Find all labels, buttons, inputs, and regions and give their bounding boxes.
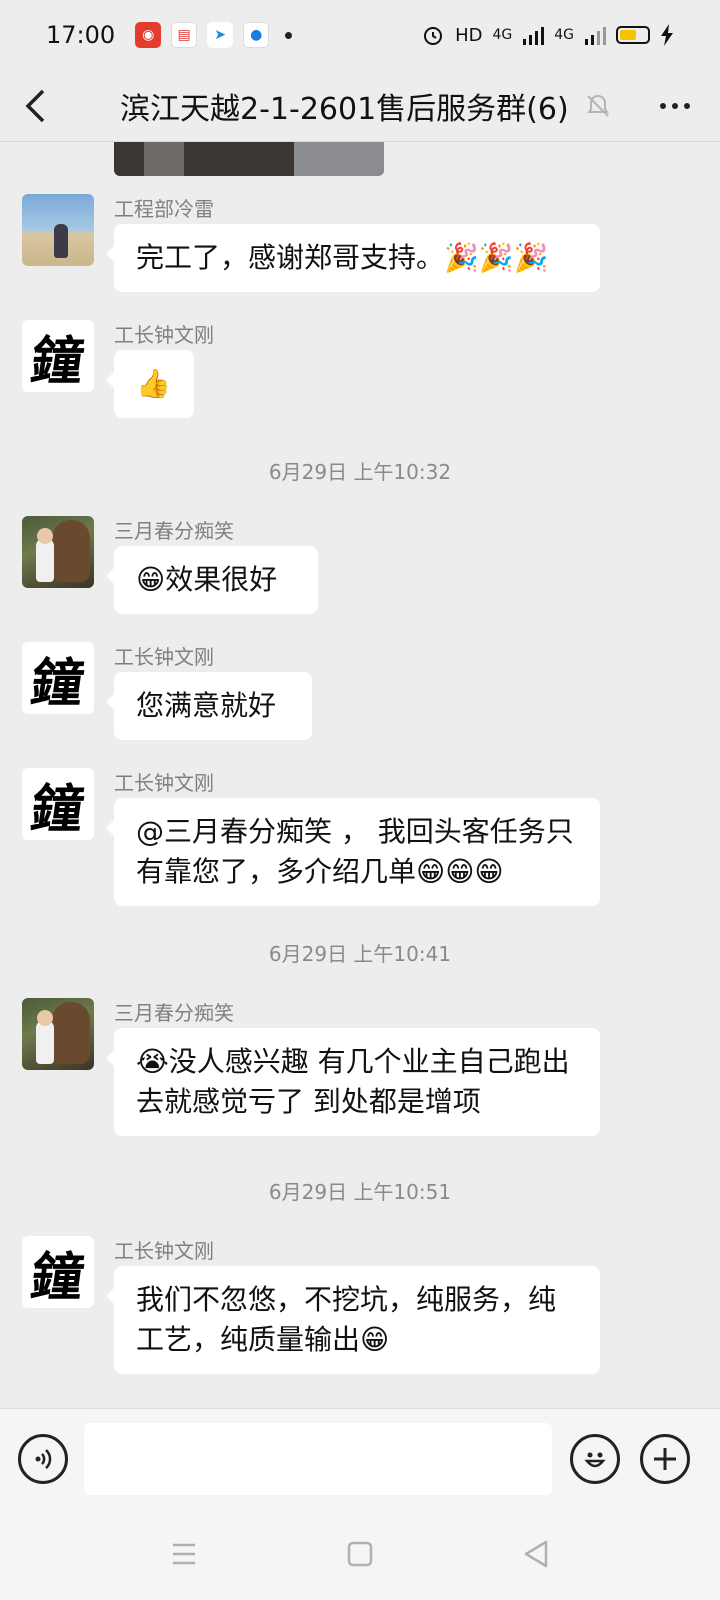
avatar[interactable]	[22, 516, 94, 588]
smiley-icon	[584, 1452, 606, 1467]
message-item: 鐘 工长钟文刚 👍	[22, 320, 214, 418]
avatar[interactable]	[22, 194, 94, 266]
system-navigation-bar	[0, 1508, 720, 1600]
message-item: 三月春分痴笑 😭没人感兴趣 有几个业主自己跑出去就感觉亏了 到处都是增项	[22, 998, 600, 1136]
calendar-app-icon: ▤	[171, 22, 198, 48]
message-item: 工程部冷雷 完工了，感谢郑哥支持。🎉🎉🎉	[22, 194, 600, 292]
plus-icon	[654, 1447, 676, 1470]
battery-icon	[616, 26, 650, 44]
send-app-icon: ➤	[207, 22, 234, 48]
message-bubble[interactable]: @三月春分痴笑 ， 我回头客任务只有靠您了，多介绍几单😁😁😁	[106, 798, 600, 906]
message-bubble[interactable]: 👍	[106, 350, 194, 418]
timestamp: 6月29日 上午10:32	[268, 460, 452, 484]
signal-icon-2	[585, 27, 606, 45]
input-bar	[0, 1408, 720, 1508]
chevron-left-icon	[25, 89, 45, 122]
sender-name: 工长钟文刚	[114, 771, 214, 795]
message-item: 鐘 工长钟文刚 @三月春分痴笑 ， 我回头客任务只有靠您了，多介绍几单😁😁😁	[22, 768, 600, 906]
sender-name: 工长钟文刚	[114, 645, 214, 669]
avatar[interactable]: 鐘	[22, 320, 94, 392]
message-item: 鐘 工长钟文刚 我们不忽悠，不挖坑，纯服务，纯工艺，纯质量输出😁	[22, 1236, 600, 1374]
timestamp: 6月29日 上午10:51	[268, 1180, 452, 1204]
status-bar: 17:00 ◉ ▤ ➤ ● HD 4G 4G	[0, 0, 720, 70]
message-item: 鐘 工长钟文刚 您满意就好	[22, 642, 312, 740]
avatar[interactable]: 鐘	[22, 1236, 94, 1308]
sender-name: 工长钟文刚	[114, 1239, 214, 1263]
menu-icon	[173, 1543, 195, 1565]
avatar[interactable]	[22, 998, 94, 1070]
notification-icons: ◉ ▤ ➤ ●	[135, 22, 293, 48]
signal-icon	[523, 27, 545, 45]
alarm-icon	[424, 27, 443, 45]
browser-app-icon: ●	[243, 22, 270, 48]
network-4g-2: 4G	[554, 27, 574, 43]
menu-nav-button[interactable]	[166, 1536, 202, 1572]
message-item: 三月春分痴笑 😁效果很好	[22, 516, 318, 614]
avatar[interactable]: 鐘	[22, 768, 94, 840]
more-functions-button[interactable]	[640, 1433, 690, 1484]
status-time: 17:00	[46, 21, 116, 49]
charging-icon	[661, 24, 673, 46]
back-nav-button[interactable]	[518, 1536, 554, 1572]
more-options-button[interactable]	[630, 70, 720, 142]
message-bubble[interactable]: 您满意就好	[106, 672, 312, 740]
sender-name: 工程部冷雷	[114, 197, 214, 221]
hd-label: HD	[455, 24, 483, 46]
home-icon	[347, 1541, 373, 1567]
message-input[interactable]	[84, 1422, 552, 1495]
voice-icon	[35, 1448, 52, 1469]
news-app-icon: ◉	[135, 22, 162, 48]
more-notifications-dot	[285, 31, 293, 39]
muted-bell-icon	[583, 91, 613, 121]
shared-image-message[interactable]	[114, 142, 384, 176]
network-4g-1: 4G	[492, 27, 513, 43]
voice-input-button[interactable]	[18, 1433, 68, 1484]
message-bubble[interactable]: 我们不忽悠，不挖坑，纯服务，纯工艺，纯质量输出😁	[106, 1266, 600, 1374]
avatar[interactable]: 鐘	[22, 642, 94, 714]
timestamp: 6月29日 上午10:41	[268, 942, 452, 966]
sender-name: 三月春分痴笑	[114, 1001, 234, 1025]
back-button[interactable]	[0, 70, 70, 142]
triangle-back-icon	[524, 1540, 548, 1568]
chat-title: 滨江天越2-1-2601售后服务群(6)	[120, 91, 569, 127]
sender-name: 三月春分痴笑	[114, 519, 234, 543]
message-bubble[interactable]: 完工了，感谢郑哥支持。🎉🎉🎉	[106, 224, 600, 292]
home-nav-button[interactable]	[342, 1536, 378, 1572]
status-indicators: HD 4G 4G	[421, 23, 674, 47]
chat-messages[interactable]: 工程部冷雷 完工了，感谢郑哥支持。🎉🎉🎉 鐘 工长钟文刚 👍 6月29日 上午1…	[0, 142, 720, 1408]
chat-header: 滨江天越2-1-2601售后服务群(6)	[0, 70, 720, 142]
message-bubble[interactable]: 😭没人感兴趣 有几个业主自己跑出去就感觉亏了 到处都是增项	[106, 1028, 600, 1136]
sender-name: 工长钟文刚	[114, 323, 214, 347]
emoji-button[interactable]	[570, 1433, 620, 1484]
message-bubble[interactable]: 😁效果很好	[106, 546, 318, 614]
